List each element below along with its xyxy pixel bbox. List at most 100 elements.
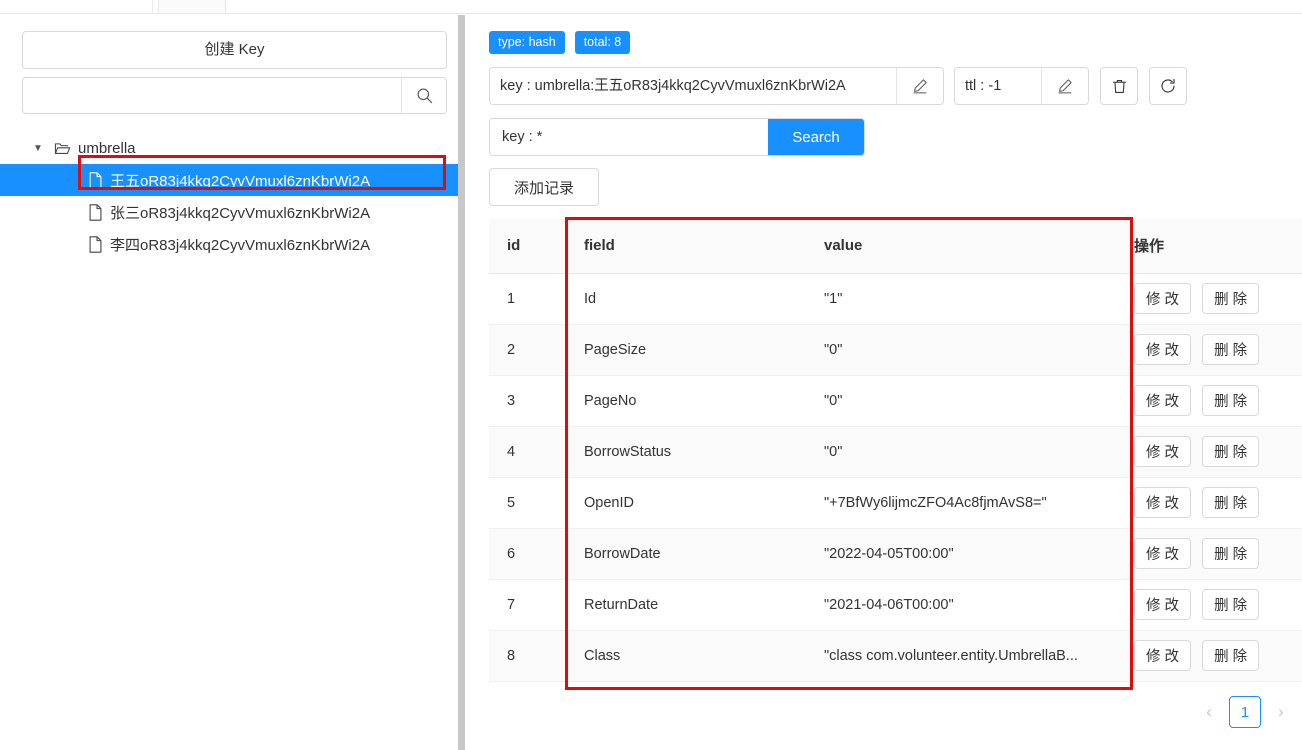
cell-operations: 修 改 删 除	[1116, 579, 1302, 631]
delete-row-button[interactable]: 删 除	[1202, 487, 1260, 518]
cell-operations: 修 改 删 除	[1116, 630, 1302, 682]
ttl-edit-button[interactable]	[1041, 68, 1088, 104]
pane-scrollbar[interactable]	[458, 15, 465, 750]
cell-id: 7	[489, 579, 566, 631]
edit-row-button[interactable]: 修 改	[1134, 283, 1192, 314]
cell-field: BorrowDate	[566, 528, 806, 580]
field-search-bar: Search	[489, 118, 865, 156]
cell-value: "1"	[806, 273, 1116, 325]
app-root: 创建 Key ▼ umbrella 王五oR83j4kkq2CyvVmuxl6z…	[0, 0, 1302, 750]
delete-key-button[interactable]	[1100, 67, 1138, 105]
pagination: ‹ 1 ›	[1198, 696, 1292, 728]
tab-strip-fragment[interactable]	[158, 0, 226, 13]
key-field[interactable]: key : umbrella:王五oR83j4kkq2CyvVmuxl6znKb…	[489, 67, 944, 105]
search-icon	[415, 86, 434, 105]
ttl-field-value: ttl : -1	[965, 78, 1002, 94]
cell-id: 4	[489, 426, 566, 478]
edit-row-button[interactable]: 修 改	[1134, 640, 1192, 671]
pagination-prev-button[interactable]: ‹	[1198, 696, 1220, 728]
sidebar-search-button[interactable]	[401, 78, 446, 113]
delete-row-button[interactable]: 删 除	[1202, 385, 1260, 416]
folder-open-icon	[54, 140, 71, 157]
hash-fields-table: id field value 操作 1 Id "1" 修 改 删 除 2 Pag…	[489, 218, 1302, 682]
tab-strip-edge	[152, 0, 157, 13]
edit-row-button[interactable]: 修 改	[1134, 487, 1192, 518]
edit-row-button[interactable]: 修 改	[1134, 538, 1192, 569]
edit-row-button[interactable]: 修 改	[1134, 436, 1192, 467]
create-key-button[interactable]: 创建 Key	[22, 31, 447, 69]
table-row[interactable]: 3 PageNo "0" 修 改 删 除	[489, 375, 1302, 427]
browser-tab-strip	[0, 0, 1302, 14]
status-badge-total: total: 8	[574, 31, 631, 54]
cell-operations: 修 改 删 除	[1116, 426, 1302, 478]
refresh-button[interactable]	[1149, 67, 1187, 105]
key-edit-button[interactable]	[896, 68, 943, 104]
cell-field: ReturnDate	[566, 579, 806, 631]
edit-row-button[interactable]: 修 改	[1134, 385, 1192, 416]
pagination-next-button[interactable]: ›	[1270, 696, 1292, 728]
pencil-icon	[911, 77, 929, 95]
key-meta-tags: type: hash total: 8	[489, 31, 631, 54]
edit-row-button[interactable]: 修 改	[1134, 589, 1192, 620]
cell-value: "0"	[806, 375, 1116, 427]
key-field-value: key : umbrella:王五oR83j4kkq2CyvVmuxl6znKb…	[500, 78, 846, 94]
sidebar-search-input[interactable]	[23, 78, 401, 113]
cell-id: 6	[489, 528, 566, 580]
cell-value: "0"	[806, 324, 1116, 376]
cell-field: PageNo	[566, 375, 806, 427]
column-header-field: field	[566, 218, 806, 274]
tree-item-key-1[interactable]: 张三oR83j4kkq2CyvVmuxl6znKbrWi2A	[0, 196, 458, 228]
table-row[interactable]: 5 OpenID "+7BfWy6lijmcZFO4Ac8fjmAvS8=" 修…	[489, 477, 1302, 529]
cell-operations: 修 改 删 除	[1116, 273, 1302, 325]
file-icon	[88, 235, 103, 253]
tree-item-key-0[interactable]: 王五oR83j4kkq2CyvVmuxl6znKbrWi2A	[0, 164, 458, 196]
cell-field: BorrowStatus	[566, 426, 806, 478]
chevron-down-icon[interactable]: ▼	[30, 141, 46, 157]
sidebar-search	[22, 77, 447, 114]
add-record-button[interactable]: 添加记录	[489, 168, 599, 206]
edit-row-button[interactable]: 修 改	[1134, 334, 1192, 365]
cell-id: 5	[489, 477, 566, 529]
search-button[interactable]: Search	[768, 119, 864, 155]
table-row[interactable]: 6 BorrowDate "2022-04-05T00:00" 修 改 删 除	[489, 528, 1302, 580]
cell-field: Class	[566, 630, 806, 682]
pencil-icon	[1056, 77, 1074, 95]
column-header-id: id	[489, 218, 566, 274]
tree-item-key-2[interactable]: 李四oR83j4kkq2CyvVmuxl6znKbrWi2A	[0, 228, 458, 260]
cell-field: OpenID	[566, 477, 806, 529]
delete-row-button[interactable]: 删 除	[1202, 538, 1260, 569]
cell-operations: 修 改 删 除	[1116, 477, 1302, 529]
file-icon	[88, 203, 103, 221]
ttl-field[interactable]: ttl : -1	[954, 67, 1089, 105]
tree-item-label: 张三oR83j4kkq2CyvVmuxl6znKbrWi2A	[110, 204, 371, 222]
delete-row-button[interactable]: 删 除	[1202, 436, 1260, 467]
tree-node-label: umbrella	[78, 140, 136, 157]
sidebar: 创建 Key ▼ umbrella 王五oR83j4kkq2CyvVmuxl6z…	[0, 15, 458, 750]
cell-operations: 修 改 删 除	[1116, 324, 1302, 376]
cell-value: "0"	[806, 426, 1116, 478]
cell-field: PageSize	[566, 324, 806, 376]
delete-row-button[interactable]: 删 除	[1202, 640, 1260, 671]
table-row[interactable]: 4 BorrowStatus "0" 修 改 删 除	[489, 426, 1302, 478]
pagination-page-1[interactable]: 1	[1229, 696, 1261, 728]
delete-row-button[interactable]: 删 除	[1202, 589, 1260, 620]
table-row[interactable]: 8 Class "class com.volunteer.entity.Umbr…	[489, 630, 1302, 682]
file-icon	[88, 171, 103, 189]
refresh-icon	[1159, 77, 1177, 95]
delete-row-button[interactable]: 删 除	[1202, 283, 1260, 314]
cell-id: 2	[489, 324, 566, 376]
table-row[interactable]: 1 Id "1" 修 改 删 除	[489, 273, 1302, 325]
delete-row-button[interactable]: 删 除	[1202, 334, 1260, 365]
cell-operations: 修 改 删 除	[1116, 375, 1302, 427]
status-badge-type: type: hash	[489, 31, 565, 54]
cell-id: 1	[489, 273, 566, 325]
table-row[interactable]: 7 ReturnDate "2021-04-06T00:00" 修 改 删 除	[489, 579, 1302, 631]
cell-id: 8	[489, 630, 566, 682]
field-search-input[interactable]	[490, 119, 768, 155]
tree-node-umbrella[interactable]: ▼ umbrella	[0, 133, 458, 164]
cell-id: 3	[489, 375, 566, 427]
cell-value: "+7BfWy6lijmcZFO4Ac8fjmAvS8="	[806, 477, 1116, 529]
table-header-row: id field value 操作	[489, 218, 1302, 274]
cell-value: "2022-04-05T00:00"	[806, 528, 1116, 580]
table-row[interactable]: 2 PageSize "0" 修 改 删 除	[489, 324, 1302, 376]
